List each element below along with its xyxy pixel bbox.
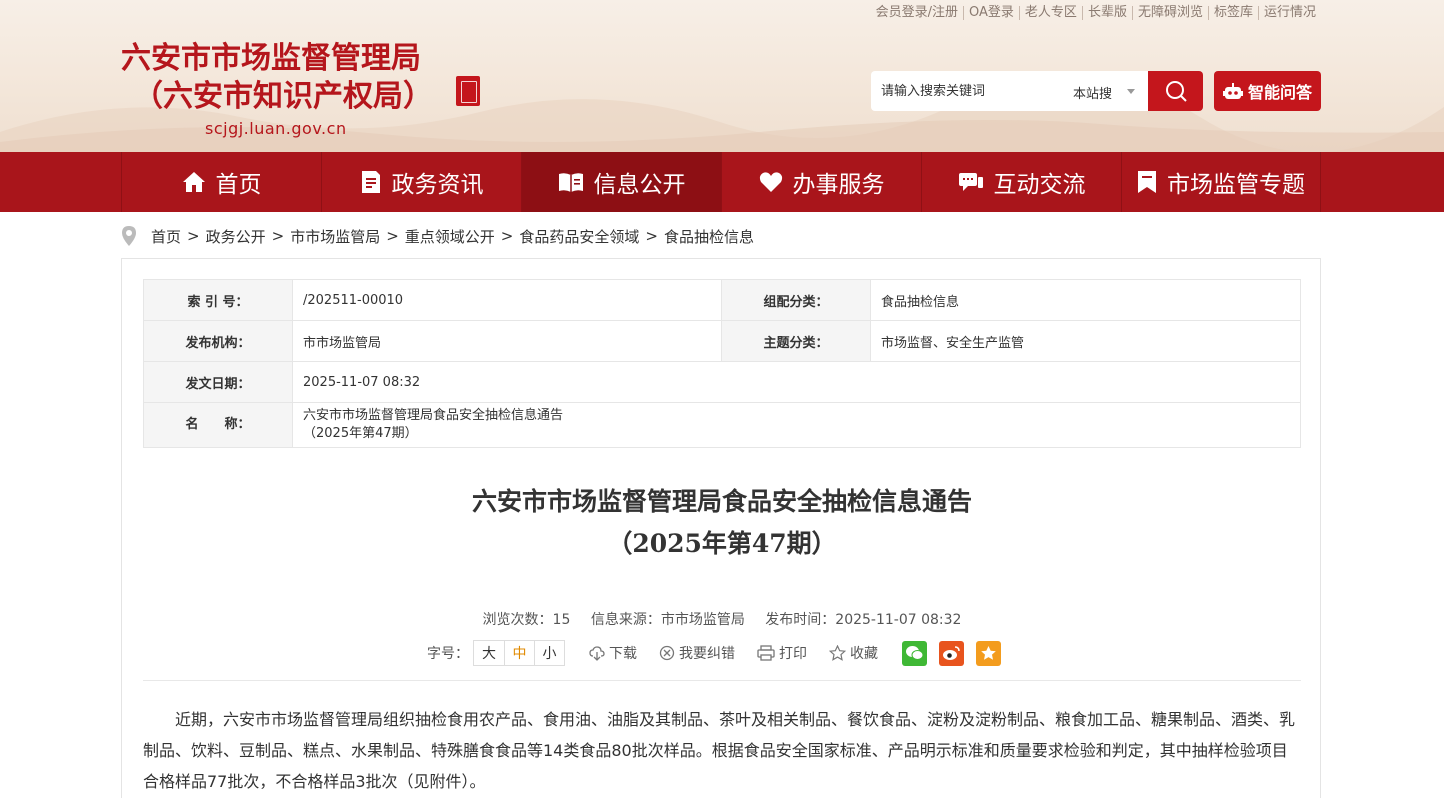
font-size-medium[interactable]: 中 <box>504 641 534 665</box>
font-size-label: 字号： <box>427 646 469 662</box>
chat-icon <box>958 173 983 191</box>
wechat-share-icon[interactable] <box>902 640 927 666</box>
article-title-line2: （2025年第47期） <box>607 529 837 558</box>
nav-item-label: 首页 <box>215 172 262 198</box>
search-input[interactable] <box>871 71 1061 111</box>
meta-value-name-line2: （2025年第47期） <box>303 426 418 441</box>
meta-value-name: 六安市市场监督管理局食品安全抽检信息通告 （2025年第47期） <box>292 402 1301 448</box>
printer-icon <box>757 645 775 661</box>
link-tag-library[interactable]: 标签库 <box>1207 6 1258 20</box>
meta-value-group: 食品抽检信息 <box>870 279 1301 321</box>
logo-seal-icon <box>456 76 480 106</box>
home-icon <box>182 172 205 192</box>
nav-item-interaction[interactable]: 互动交流 <box>921 152 1121 212</box>
document-meta-table: 索 引 号： /202511-00010 组配分类： 食品抽检信息 发布机构： … <box>143 279 1301 448</box>
meta-value-name-line1: 六安市市场监督管理局食品安全抽检信息通告 <box>303 408 564 423</box>
search-scope-select[interactable]: 本站搜 <box>1073 83 1112 102</box>
report-error-label: 我要纠错 <box>679 646 735 662</box>
site-url: scjgj.luan.gov.cn <box>205 119 347 138</box>
robot-icon <box>1222 83 1243 99</box>
breadcrumb-market-bureau[interactable]: 市市场监管局 <box>290 226 380 247</box>
article-body: 近期，六安市市场监督管理局组织抽检食用农产品、食用油、油脂及其制品、茶叶及相关制… <box>143 710 1296 791</box>
link-elder-version[interactable]: 长辈版 <box>1081 6 1132 20</box>
meta-label-group: 组配分类： <box>721 279 871 321</box>
site-header: 会员登录/注册 OA登录 老人专区 长辈版 无障碍浏览 标签库 运行情况 六安市… <box>0 0 1444 152</box>
link-accessibility[interactable]: 无障碍浏览 <box>1131 6 1208 20</box>
meta-value-org: 市市场监管局 <box>292 320 722 362</box>
nav-item-info-disclosure[interactable]: 信息公开 <box>521 152 721 212</box>
font-size-small[interactable]: 小 <box>534 641 564 665</box>
star-icon <box>829 645 846 661</box>
breadcrumb-food-inspection[interactable]: 食品抽检信息 <box>664 226 754 247</box>
print-button[interactable]: 打印 <box>757 643 807 663</box>
meta-label-index: 索 引 号： <box>143 279 293 321</box>
site-logo-title[interactable]: 六安市市场监督管理局 （六安市知识产权局） <box>121 40 433 116</box>
breadcrumb-government-affairs[interactable]: 政务公开 <box>206 226 266 247</box>
site-title-line1: 六安市市场监督管理局 <box>121 41 421 76</box>
download-label: 下载 <box>609 646 637 662</box>
site-title-line2: （六安市知识产权局） <box>133 79 433 114</box>
search-box: 本站搜 <box>871 71 1149 111</box>
divider <box>143 680 1301 681</box>
meta-label-org: 发布机构： <box>143 320 293 362</box>
search-button[interactable] <box>1148 71 1203 111</box>
meta-label-name: 名 称： <box>143 402 293 448</box>
link-member-login[interactable]: 会员登录/注册 <box>871 6 963 20</box>
nav-item-label: 政务资讯 <box>391 172 484 198</box>
meta-value-date: 2025-11-07 08:32 <box>292 361 1301 403</box>
nav-item-home[interactable]: 首页 <box>121 152 321 212</box>
download-icon <box>589 646 605 661</box>
weibo-share-icon[interactable] <box>939 640 964 666</box>
favorite-label: 收藏 <box>850 646 878 662</box>
info-source: 信息来源：市市场监管局 <box>590 612 745 628</box>
meta-value-index: /202511-00010 <box>292 279 722 321</box>
nav-item-label: 市场监管专题 <box>1167 172 1305 198</box>
main-nav: 首页 政务资讯 信息公开 办事服务 互动交流 市场监管专题 <box>0 152 1444 212</box>
chevron-down-icon[interactable] <box>1127 89 1135 94</box>
search-icon <box>1165 81 1187 102</box>
link-oa-login[interactable]: OA登录 <box>963 6 1019 20</box>
heart-icon <box>759 172 782 192</box>
link-elderly-zone[interactable]: 老人专区 <box>1018 6 1082 20</box>
location-pin-icon <box>122 226 136 246</box>
font-size-large[interactable]: 大 <box>474 641 504 665</box>
breadcrumb-food-drug-safety[interactable]: 食品药品安全领域 <box>519 226 639 247</box>
article-container: 索 引 号： /202511-00010 组配分类： 食品抽检信息 发布机构： … <box>121 258 1321 798</box>
breadcrumb: 首页 > 政务公开 > 市市场监管局 > 重点领域公开 > 食品药品安全领域 > 食品抽检… <box>121 224 754 248</box>
link-run-status[interactable]: 运行情况 <box>1257 6 1321 20</box>
share-buttons <box>902 640 1001 666</box>
ai-qa-label: 智能问答 <box>1247 83 1312 102</box>
nav-item-label: 信息公开 <box>593 172 686 198</box>
report-error-button[interactable]: 我要纠错 <box>659 643 735 663</box>
print-label: 打印 <box>779 646 807 662</box>
article-info: 浏览次数：15 信息来源：市市场监管局 发布时间：2025-11-07 08:3… <box>122 609 1322 629</box>
article-tools: 字号： 大 中 小 下载 我要纠错 打印 收藏 <box>427 639 1001 667</box>
open-book-icon <box>558 173 583 192</box>
view-count: 浏览次数：15 <box>482 612 571 628</box>
breadcrumb-key-areas[interactable]: 重点领域公开 <box>405 226 495 247</box>
font-size-switcher: 大 中 小 <box>473 640 565 666</box>
article-title-line1: 六安市市场监督管理局食品安全抽检信息通告 <box>471 487 972 516</box>
nav-item-label: 办事服务 <box>792 172 885 198</box>
top-links: 会员登录/注册 OA登录 老人专区 长辈版 无障碍浏览 标签库 运行情况 <box>871 6 1321 20</box>
favorite-share-icon[interactable] <box>976 640 1001 666</box>
favorite-button[interactable]: 收藏 <box>829 643 878 663</box>
publish-time: 发布时间：2025-11-07 08:32 <box>765 612 962 628</box>
breadcrumb-home[interactable]: 首页 <box>151 226 181 247</box>
nav-item-label: 互动交流 <box>993 172 1086 198</box>
nav-item-services[interactable]: 办事服务 <box>721 152 921 212</box>
ai-qa-button[interactable]: 智能问答 <box>1214 71 1321 111</box>
nav-item-market-topics[interactable]: 市场监管专题 <box>1121 152 1321 212</box>
meta-label-topic: 主题分类： <box>721 320 871 362</box>
article-title: 六安市市场监督管理局食品安全抽检信息通告 （2025年第47期） <box>122 481 1322 565</box>
meta-label-date: 发文日期： <box>143 361 293 403</box>
meta-value-topic: 市场监督、安全生产监管 <box>870 320 1301 362</box>
document-icon <box>361 171 380 193</box>
error-icon <box>659 645 675 661</box>
nav-item-government-news[interactable]: 政务资讯 <box>321 152 521 212</box>
download-button[interactable]: 下载 <box>589 643 637 663</box>
bookmark-icon <box>1138 171 1156 193</box>
